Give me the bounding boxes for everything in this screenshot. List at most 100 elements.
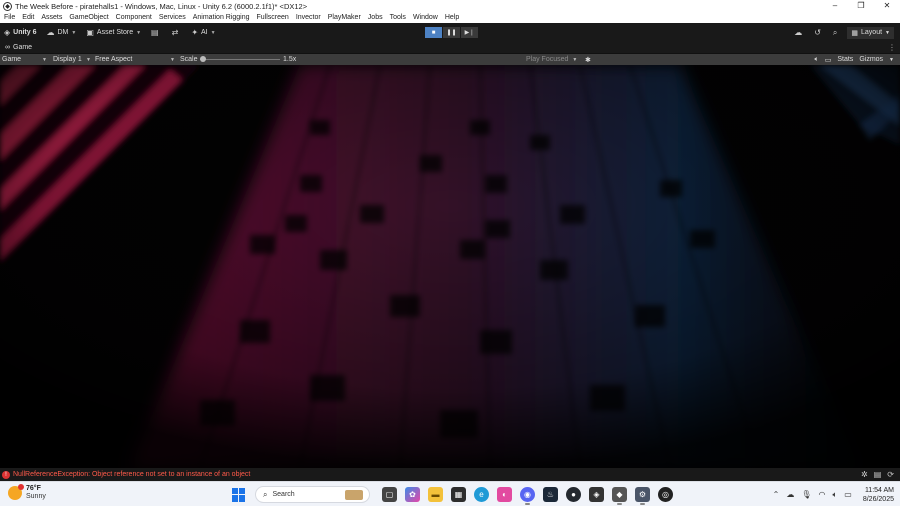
version-control-icon: ⇄	[171, 28, 179, 37]
paint-app-icon[interactable]: ◐	[497, 487, 512, 502]
more-options-icon[interactable]: ⋮	[888, 42, 896, 54]
microphone-icon[interactable]: 🎙︎	[801, 490, 811, 499]
menu-services[interactable]: Services	[159, 14, 186, 21]
menu-playmaker[interactable]: PlayMaker	[328, 14, 361, 21]
window-title: The Week Before - piratehalls1 - Windows…	[15, 1, 308, 11]
menu-component[interactable]: Component	[116, 14, 152, 21]
play-focused-dropdown[interactable]: Play Focused ▼	[526, 54, 577, 65]
chevron-down-icon: ▼	[71, 29, 77, 36]
scale-slider-track[interactable]	[200, 59, 280, 60]
display-label: Display 1	[53, 56, 82, 63]
chevron-down-icon: ▼	[86, 56, 91, 63]
tab-game[interactable]: ∞ Game	[5, 44, 32, 51]
microsoft-store-icon[interactable]: ▦	[451, 487, 466, 502]
clock-time: 11:54 AM	[864, 486, 894, 494]
menu-jobs[interactable]: Jobs	[368, 14, 383, 21]
search-icon[interactable]: ⌕	[833, 28, 837, 38]
stats-button[interactable]: Stats	[837, 56, 853, 63]
console-toggle-icon[interactable]: ▤	[874, 470, 882, 479]
chevron-up-icon[interactable]: ⌃	[773, 490, 780, 499]
scale-label-text: Scale	[180, 56, 198, 63]
menu-edit[interactable]: Edit	[22, 14, 34, 21]
play-button[interactable]: ■	[425, 27, 442, 38]
package-icon: ▤	[151, 28, 159, 37]
package-button[interactable]: ▤	[151, 28, 162, 37]
menu-fullscreen[interactable]: Fullscreen	[257, 14, 289, 21]
file-explorer-icon[interactable]: ▬	[428, 487, 443, 502]
aspect-dropdown[interactable]: Free Aspect ▼	[95, 54, 175, 65]
discord-icon[interactable]: ◉	[520, 487, 535, 505]
version-control-button[interactable]: ⇄	[172, 28, 182, 37]
debug-settings-icon[interactable]: ✲	[861, 470, 868, 479]
menu-help[interactable]: Help	[445, 14, 459, 21]
wifi-icon[interactable]: ◠	[818, 490, 825, 499]
game-view-toolbar: Game ▼ Display 1 ▼ Free Aspect ▼ Scale 1…	[0, 54, 900, 65]
view-mode-dropdown[interactable]: Game ▼	[2, 54, 47, 65]
github-icon[interactable]: ●	[566, 487, 581, 502]
edge-browser-icon[interactable]: e	[474, 487, 489, 502]
weather-widget[interactable]: 76°F Sunny	[8, 484, 46, 501]
step-button[interactable]: ▶❘	[461, 27, 478, 38]
game-scene	[0, 65, 900, 468]
minimize-button[interactable]: –	[822, 0, 848, 12]
gizmos-button[interactable]: Gizmos	[859, 56, 883, 63]
menu-window[interactable]: Window	[413, 14, 438, 21]
cloud-account-icon: ☁	[46, 28, 55, 37]
maximize-button[interactable]: ❐	[848, 0, 874, 12]
layout-icon: ▦	[851, 29, 859, 37]
menu-assets[interactable]: Assets	[41, 14, 62, 21]
cloud-icon[interactable]: ☁	[794, 28, 802, 37]
unity-editor-icon[interactable]: ◆	[612, 487, 627, 505]
account-label: DM	[57, 29, 69, 36]
layout-dropdown[interactable]: ▦ Layout ▼	[847, 26, 894, 39]
task-view-icon[interactable]: ▢	[382, 487, 397, 502]
windows-start-icon[interactable]	[232, 487, 246, 502]
unity-hub-icon[interactable]: ◈	[589, 487, 604, 502]
ai-dropdown[interactable]: ✦ AI ▼	[191, 28, 215, 37]
clock-date: 8/26/2025	[862, 495, 894, 503]
toolbar-right: ☁ ↺ ⌕ ▦ Layout ▼	[782, 23, 894, 42]
chevron-down-icon: ▼	[210, 29, 216, 36]
unity-account-button[interactable]: ◈ Unity 6	[4, 28, 37, 37]
asset-store-dropdown[interactable]: ▣ Asset Store ▼	[86, 28, 141, 37]
aspect-label: Free Aspect	[95, 56, 133, 63]
ai-label: AI	[201, 29, 208, 36]
gamepad-icon: ∞	[5, 44, 10, 51]
menu-gameobject[interactable]: GameObject	[69, 14, 108, 21]
taskbar-search-box[interactable]: ⌕ Search	[255, 486, 370, 503]
clock[interactable]: 11:54 AM 8/26/2025	[863, 486, 894, 504]
console-status-bar[interactable]: ! NullReferenceException: Object referen…	[0, 468, 900, 481]
game-view-options: 🔈︎ ▭ Stats Gizmos ▼	[809, 54, 894, 65]
store-icon: ▣	[86, 28, 94, 37]
volume-icon[interactable]: 🔈︎	[832, 490, 837, 500]
scale-slider-handle[interactable]	[200, 56, 206, 62]
close-button[interactable]: ✕	[874, 0, 900, 12]
menu-tools[interactable]: Tools	[390, 14, 406, 21]
aspect-toggle-icon[interactable]: ▭	[825, 56, 832, 64]
debug-icon[interactable]: ✱	[585, 54, 591, 65]
chevron-down-icon: ▼	[136, 29, 142, 36]
title-bar: ◆ The Week Before - piratehalls1 - Windo…	[0, 0, 900, 12]
settings-gear-icon[interactable]: ⚙	[635, 487, 650, 505]
account-dropdown[interactable]: ☁ DM ▼	[47, 28, 77, 37]
chevron-down-icon[interactable]: ▼	[889, 57, 894, 63]
search-highlight-icon	[345, 490, 363, 500]
layout-label: Layout	[861, 29, 883, 36]
pause-button[interactable]: ❚❚	[443, 27, 460, 38]
menu-invector[interactable]: Invector	[296, 14, 321, 21]
onedrive-cloud-icon[interactable]: ☁	[786, 490, 794, 499]
history-icon[interactable]: ↺	[814, 28, 821, 37]
game-viewport[interactable]	[0, 65, 900, 468]
github-desktop-icon[interactable]: ◎	[658, 487, 673, 502]
menu-file[interactable]: File	[4, 14, 15, 21]
steam-icon[interactable]: ♨	[543, 487, 558, 502]
display-dropdown[interactable]: Display 1 ▼	[53, 54, 91, 65]
copilot-icon[interactable]: ✿	[405, 487, 420, 502]
battery-icon[interactable]: ▭	[844, 490, 852, 499]
console-error-message[interactable]: NullReferenceException: Object reference…	[13, 471, 250, 478]
activity-icon[interactable]: ⟳	[887, 470, 894, 479]
menu-animation-rigging[interactable]: Animation Rigging	[193, 14, 250, 21]
scale-value-text: 1.5x	[283, 56, 297, 63]
audio-icon[interactable]: 🔈︎	[815, 56, 819, 64]
unity-logo-icon: ◆	[3, 1, 12, 11]
